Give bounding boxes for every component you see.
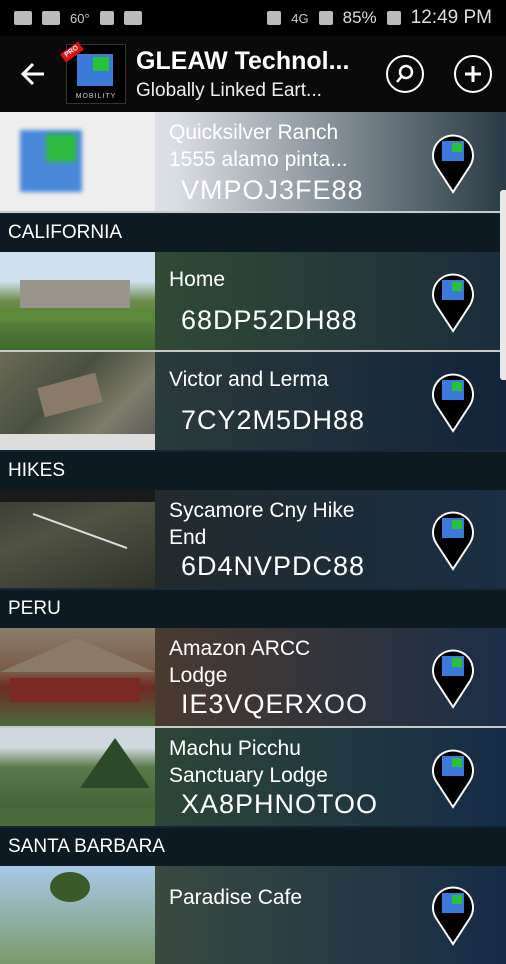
divider bbox=[0, 211, 506, 213]
item-thumbnail bbox=[0, 352, 155, 450]
item-thumbnail bbox=[0, 252, 155, 350]
back-button[interactable] bbox=[0, 36, 66, 112]
news-icon bbox=[123, 11, 142, 25]
app-subtitle: Globally Linked Eart... bbox=[136, 79, 322, 101]
location-pin-icon[interactable] bbox=[430, 269, 476, 333]
section-header-santa-barbara: SANTA BARBARA bbox=[0, 828, 506, 866]
email-icon bbox=[14, 11, 32, 25]
list-item-sycamore[interactable]: Sycamore Cny Hike End 6D4NVPDC88 bbox=[0, 490, 506, 588]
list-item-machu-picchu[interactable]: Machu Picchu Sanctuary Lodge XA8PHNOTOO bbox=[0, 728, 506, 826]
location-pin-icon[interactable] bbox=[430, 507, 476, 571]
app-title: GLEAW Technol... bbox=[136, 46, 350, 75]
nfc-icon bbox=[267, 11, 282, 25]
location-pin-icon[interactable] bbox=[430, 130, 476, 194]
location-pin-icon[interactable] bbox=[430, 645, 476, 709]
location-pin-icon[interactable] bbox=[430, 369, 476, 433]
item-thumbnail bbox=[0, 490, 155, 588]
wifi-icon bbox=[99, 11, 114, 25]
add-button[interactable] bbox=[454, 55, 492, 93]
signal-icon bbox=[318, 11, 333, 25]
network-text: 4G bbox=[291, 10, 309, 26]
section-header-california: CALIFORNIA bbox=[0, 214, 506, 252]
status-bar: 60° 4G 85% 12:49 PM bbox=[0, 0, 506, 36]
list-item-home[interactable]: Home 68DP52DH88 bbox=[0, 252, 506, 350]
clock-text: 12:49 PM bbox=[410, 7, 492, 28]
logo-text: MOBILITY bbox=[75, 93, 117, 100]
app-bar: PRO MOBILITY GLEAW Technol... Globally L… bbox=[0, 36, 506, 112]
section-header-hikes: HIKES bbox=[0, 452, 506, 490]
app-titles: GLEAW Technol... Globally Linked Eart... bbox=[136, 47, 386, 102]
app-logo: PRO MOBILITY bbox=[60, 41, 126, 104]
item-thumbnail bbox=[0, 728, 155, 826]
battery-text: 85% bbox=[342, 8, 377, 27]
item-thumbnail bbox=[0, 628, 155, 726]
list-item-paradise-cafe[interactable]: Paradise Cafe bbox=[0, 866, 506, 964]
item-thumbnail bbox=[0, 112, 155, 212]
temperature-text: 60° bbox=[70, 10, 90, 26]
plus-icon bbox=[465, 66, 481, 82]
arrow-left-icon bbox=[20, 62, 44, 86]
image-icon bbox=[42, 11, 60, 25]
location-pin-icon[interactable] bbox=[430, 745, 476, 809]
search-button[interactable] bbox=[386, 55, 424, 93]
status-left: 60° bbox=[14, 11, 142, 26]
item-thumbnail bbox=[0, 866, 155, 964]
list-item-amazon-arcc[interactable]: Amazon ARCC Lodge IE3VQERXOO bbox=[0, 628, 506, 726]
section-header-peru: PERU bbox=[0, 590, 506, 628]
status-right: 4G 85% 12:49 PM bbox=[267, 7, 492, 29]
location-pin-icon[interactable] bbox=[430, 882, 476, 946]
scrollbar[interactable] bbox=[500, 190, 506, 380]
list-item-victor-lerma[interactable]: Victor and Lerma 7CY2M5DH88 bbox=[0, 352, 506, 450]
battery-icon bbox=[386, 11, 401, 25]
search-icon bbox=[396, 64, 414, 83]
list-item-top[interactable]: Quicksilver Ranch 1555 alamo pinta... VM… bbox=[0, 112, 506, 212]
